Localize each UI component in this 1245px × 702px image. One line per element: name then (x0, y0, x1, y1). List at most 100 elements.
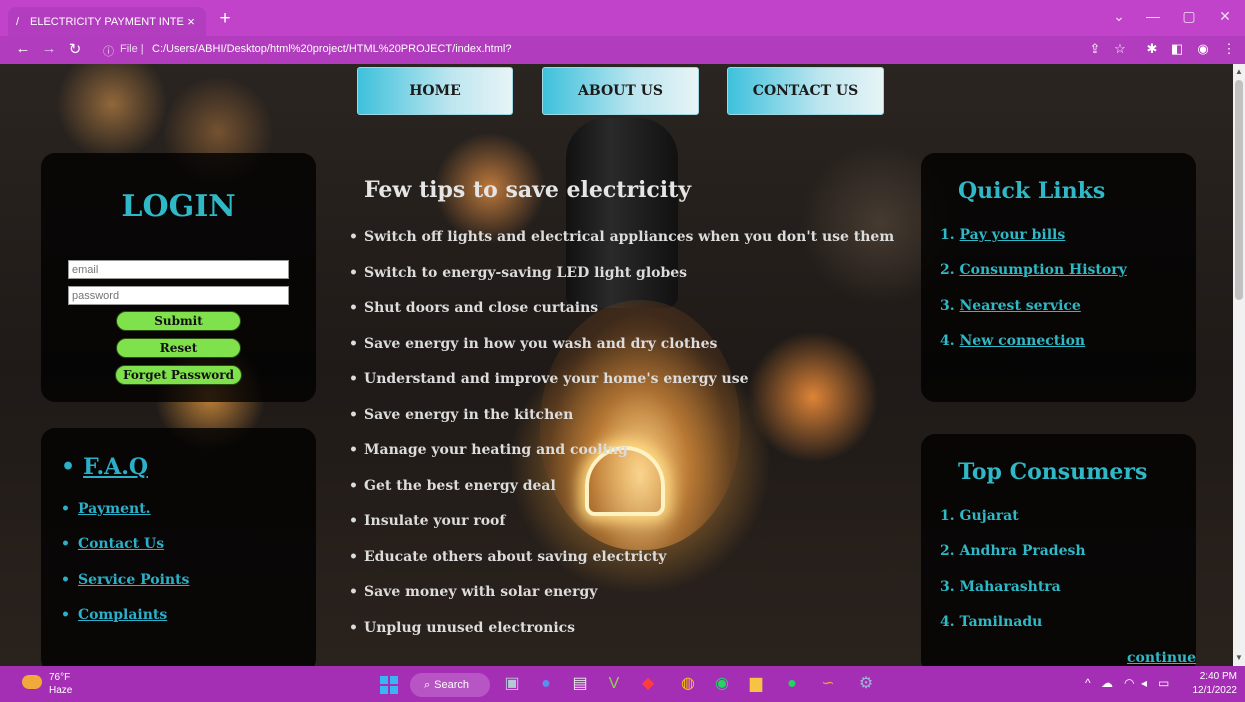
tab-close-icon[interactable]: × (184, 14, 198, 29)
browser-address-bar: ← → ↻ ⓘ File | C:/Users/ABHI/Desktop/htm… (0, 36, 1245, 64)
faq-contact-link[interactable]: Contact Us (78, 536, 164, 552)
meet-icon[interactable]: ● (536, 674, 556, 694)
quick-links-title: Quick Links (958, 178, 1106, 204)
menu-icon[interactable]: ⋮ (1220, 41, 1238, 57)
task-view-icon[interactable]: ▣ (502, 674, 522, 694)
tip-text: Switch to energy-saving LED light globes (364, 264, 688, 281)
wifi-icon[interactable]: ◠ (1124, 676, 1134, 690)
bullet-icon: • (61, 536, 70, 552)
faq-item: • Contact Us (61, 536, 164, 552)
app-diamond-icon[interactable]: ◆ (638, 674, 658, 694)
close-window-icon[interactable]: ✕ (1208, 8, 1242, 25)
tab-search-chevron-icon[interactable]: ⌄ (1102, 8, 1136, 25)
extensions-icon[interactable]: ✱ (1143, 41, 1161, 57)
bullet-icon: • (349, 513, 358, 529)
cloud-sync-icon[interactable]: ☁ (1101, 676, 1113, 690)
top-consumers-panel: Top Consumers 1. Gujarat 2. Andhra Prade… (921, 434, 1196, 666)
bullet-icon: • (349, 335, 358, 352)
email-input[interactable] (68, 260, 289, 279)
forget-password-button[interactable]: Forget Password (115, 365, 242, 385)
settings-gear-icon[interactable]: ⚙ (856, 674, 876, 694)
start-icon[interactable] (380, 676, 398, 694)
consumer-name: Andhra Pradesh (959, 543, 1086, 559)
nearest-service-link[interactable]: Nearest service (960, 298, 1081, 314)
faq-panel: • F.A.Q • Payment. • Contact Us • Servic… (41, 428, 316, 666)
reload-icon[interactable]: ↻ (66, 40, 84, 58)
faq-title-row: • F.A.Q (61, 454, 148, 480)
tip-text: Understand and improve your home's energ… (364, 371, 749, 387)
consumption-history-link[interactable]: Consumption History (960, 262, 1127, 278)
browser-tab[interactable]: / ELECTRICITY PAYMENT INTERFAC × (8, 7, 206, 36)
bullet-icon: • (349, 406, 358, 423)
new-connection-link[interactable]: New connection (960, 333, 1086, 349)
file-explorer-icon[interactable]: ▆ (746, 674, 766, 694)
bullet-icon: • (349, 229, 358, 245)
new-tab-icon[interactable]: + (214, 8, 236, 30)
search-icon: ⌕ (424, 678, 431, 691)
sidepanel-icon[interactable]: ◧ (1168, 41, 1186, 57)
whatsapp-icon[interactable]: ◉ (712, 674, 732, 694)
faq-item: • Payment. (61, 501, 151, 517)
url-field[interactable]: C:/Users/ABHI/Desktop/html%20project/HTM… (152, 43, 511, 55)
list-item: • Switch off lights and electrical applia… (349, 229, 894, 265)
spotify-icon[interactable]: ● (782, 674, 802, 694)
quick-links-panel: Quick Links 1. Pay your bills 2. Consump… (921, 153, 1196, 402)
page-viewport: HOME ABOUT US CONTACT US LOGIN Submit Re… (0, 64, 1233, 666)
page-scrollbar[interactable]: ▲ ▼ (1233, 64, 1245, 666)
continue-link[interactable]: continue (1127, 650, 1196, 666)
faq-item: • Complaints (61, 607, 167, 623)
password-input[interactable] (68, 286, 289, 305)
info-icon[interactable]: ⓘ (103, 43, 114, 59)
volume-icon[interactable]: ◂ (1141, 676, 1147, 690)
tip-text: Manage your heating and cooling (364, 442, 628, 458)
list-item: • Unplug unused electronics (349, 620, 894, 656)
scroll-thumb[interactable] (1235, 80, 1243, 300)
scroll-down-icon[interactable]: ▼ (1233, 652, 1245, 664)
reset-button[interactable]: Reset (116, 338, 241, 358)
vim-app-icon[interactable]: V (604, 674, 624, 694)
tip-text: Switch off lights and electrical applian… (364, 229, 895, 245)
login-title: LOGIN (121, 189, 236, 224)
chrome-icon[interactable]: ◍ (678, 674, 698, 694)
tip-text: Save money with solar energy (364, 584, 598, 600)
pay-bills-link[interactable]: Pay your bills (960, 227, 1066, 243)
battery-icon[interactable]: ▭ (1158, 676, 1169, 690)
bullet-icon: • (349, 619, 358, 636)
list-item: • Get the best energy deal (349, 478, 894, 514)
profile-icon[interactable]: ◉ (1194, 41, 1212, 57)
restore-icon[interactable]: ▢ (1172, 8, 1206, 25)
back-icon[interactable]: ← (14, 40, 32, 57)
bullet-icon: • (349, 442, 358, 458)
nav-contact-link[interactable]: CONTACT US (727, 67, 884, 115)
minimize-icon[interactable]: — (1136, 8, 1170, 24)
photos-app-icon[interactable]: ▤ (570, 674, 590, 694)
star-icon[interactable]: ☆ (1111, 41, 1129, 57)
list-item: • Understand and improve your home's ener… (349, 371, 894, 407)
bullet-icon: • (349, 371, 358, 387)
list-item: 1. Pay your bills (940, 227, 1065, 243)
faq-complaints-link[interactable]: Complaints (78, 607, 167, 623)
tip-text: Get the best energy deal (364, 477, 556, 494)
tray-chevron-icon[interactable]: ^ (1085, 676, 1091, 690)
list-item: • Insulate your roof (349, 513, 894, 549)
scroll-up-icon[interactable]: ▲ (1233, 66, 1245, 78)
clock-time[interactable]: 2:40 PM (1197, 671, 1237, 682)
share-icon[interactable]: ⇪ (1086, 41, 1104, 57)
page-favicon-icon: / (16, 15, 20, 28)
item-number: 2. (940, 543, 955, 559)
faq-title-link[interactable]: F.A.Q (83, 454, 148, 480)
clock-date[interactable]: 12/1/2022 (1189, 685, 1238, 696)
submit-button[interactable]: Submit (116, 311, 241, 331)
faq-item: • Service Points (61, 572, 189, 588)
taskbar-search-button[interactable]: ⌕ Search (410, 673, 490, 697)
consumer-name: Maharashtra (959, 579, 1061, 595)
forward-icon[interactable]: → (40, 40, 58, 57)
nav-about-link[interactable]: ABOUT US (542, 67, 699, 115)
bullet-icon: • (349, 477, 358, 494)
weather-haze-icon[interactable] (22, 675, 42, 689)
faq-service-points-link[interactable]: Service Points (78, 572, 190, 588)
app-swirl-icon[interactable]: ∽ (818, 674, 838, 694)
nav-home-link[interactable]: HOME (357, 67, 513, 115)
list-item: • Educate others about saving electricty (349, 549, 894, 585)
faq-payment-link[interactable]: Payment. (78, 501, 151, 517)
